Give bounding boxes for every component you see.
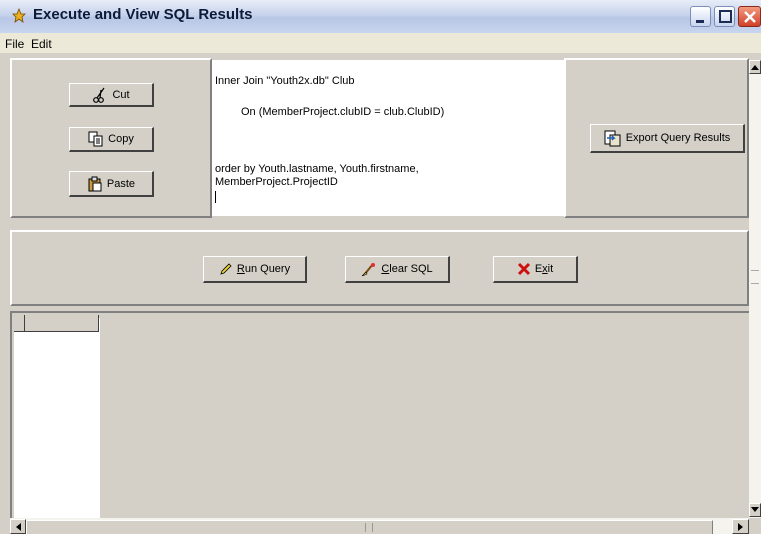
arrow-right-icon	[737, 522, 743, 531]
scroll-down-button[interactable]	[749, 503, 761, 517]
sql-line: order by Youth.lastname, Youth.firstname…	[215, 163, 419, 175]
export-query-results-button[interactable]: Export Query Results	[590, 124, 745, 153]
red-x-icon	[517, 262, 530, 276]
minimize-icon	[696, 20, 704, 23]
vertical-scroll-grip[interactable]	[751, 270, 759, 284]
paste-icon	[88, 176, 102, 191]
run-query-label-rest: un Query	[244, 263, 291, 275]
run-query-accesskey: R	[236, 263, 245, 275]
grid-row-header-column	[14, 318, 100, 518]
arrow-down-icon	[751, 507, 759, 512]
close-button[interactable]	[738, 6, 761, 27]
horizontal-scroll-grip	[365, 523, 373, 532]
grid-header-divider	[24, 315, 25, 332]
app-icon	[12, 8, 26, 23]
paste-button[interactable]: Paste	[69, 171, 154, 197]
arrow-up-icon	[751, 65, 759, 70]
close-icon	[744, 11, 756, 23]
menu-file[interactable]: File	[5, 37, 24, 51]
exit-button[interactable]: Exit	[493, 256, 578, 283]
exit-label-rest: it	[547, 263, 554, 275]
scroll-left-button[interactable]	[10, 519, 26, 534]
copy-icon	[88, 131, 103, 147]
clear-sql-button[interactable]: Clear SQL	[345, 256, 450, 283]
sql-line: Inner Join "Youth2x.db" Club	[215, 75, 355, 87]
scissors-icon	[93, 87, 105, 103]
grid-column-header[interactable]	[14, 315, 99, 332]
menu-edit[interactable]: Edit	[31, 37, 52, 51]
eraser-brush-icon	[362, 263, 376, 277]
sql-editor[interactable]: Inner Join "Youth2x.db" Club On (MemberP…	[212, 60, 564, 216]
paste-label: Paste	[106, 177, 136, 190]
window-title: Execute and View SQL Results	[33, 6, 253, 23]
cut-button[interactable]: Cut	[69, 83, 154, 107]
text-cursor	[215, 191, 216, 203]
copy-button[interactable]: Copy	[69, 127, 154, 152]
maximize-icon	[719, 10, 732, 23]
scroll-up-button[interactable]	[749, 60, 761, 74]
export-label: Export Query Results	[625, 132, 731, 144]
sql-line: On (MemberProject.clubID = club.ClubID)	[241, 106, 445, 118]
clear-sql-label-rest: lear SQL	[389, 263, 433, 275]
scroll-right-button[interactable]	[732, 519, 749, 534]
cut-label: Cut	[112, 88, 130, 101]
minimize-button[interactable]	[690, 6, 711, 27]
vertical-scrollbar[interactable]	[749, 60, 761, 518]
menu-bar	[0, 33, 761, 53]
run-query-button[interactable]: Run Query	[203, 256, 307, 283]
results-grid[interactable]	[10, 311, 749, 518]
maximize-button[interactable]	[714, 6, 735, 27]
arrow-left-icon	[16, 522, 21, 531]
copy-label: Copy	[108, 133, 134, 145]
pencil-icon	[220, 263, 232, 275]
export-icon	[604, 130, 621, 147]
sql-line: MemberProject.ProjectID	[215, 176, 338, 188]
